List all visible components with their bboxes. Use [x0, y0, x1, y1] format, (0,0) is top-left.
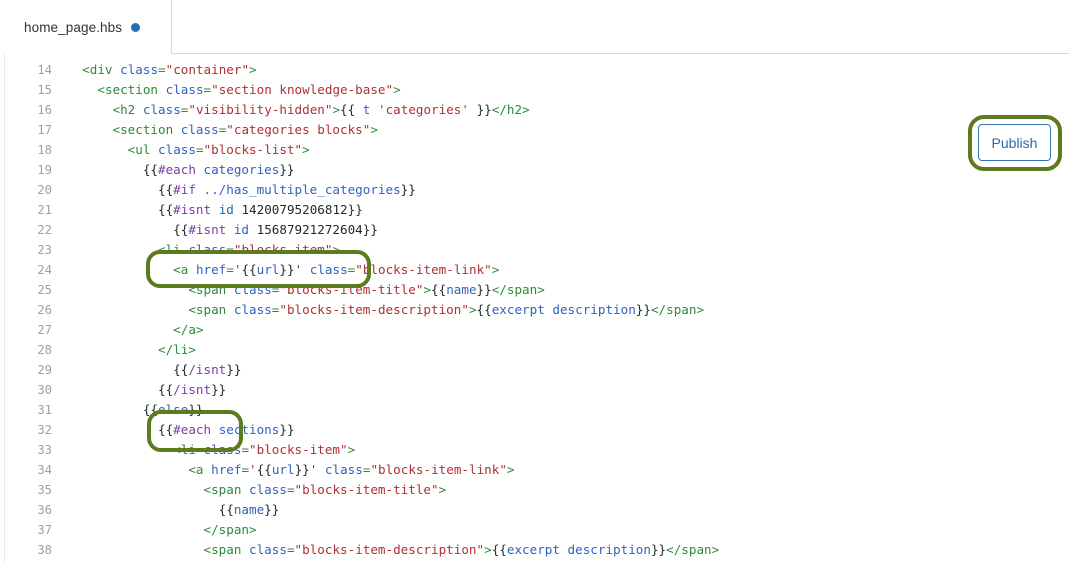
line-source[interactable]: <span class="blocks-item-title">{{name}}…	[52, 280, 545, 300]
line-number: 20	[37, 183, 52, 197]
line-number: 18	[37, 143, 52, 157]
code-line[interactable]: 15 <section class="section knowledge-bas…	[0, 80, 1069, 100]
code-line[interactable]: 18 <ul class="blocks-list">	[0, 140, 1069, 160]
line-source[interactable]: <ul class="blocks-list">	[52, 140, 310, 160]
code-line[interactable]: 34 <a href='{{url}}' class="blocks-item-…	[0, 460, 1069, 480]
line-number: 37	[37, 523, 52, 537]
line-source[interactable]: <a href='{{url}}' class="blocks-item-lin…	[52, 260, 499, 280]
line-number: 26	[37, 303, 52, 317]
code-line[interactable]: 16 <h2 class="visibility-hidden">{{ t 'c…	[0, 100, 1069, 120]
line-number: 19	[37, 163, 52, 177]
code-line[interactable]: 28 </li>	[0, 340, 1069, 360]
line-source[interactable]: {{#isnt id 14200795206812}}	[52, 200, 363, 220]
line-source[interactable]: <li class="blocks-item">	[52, 440, 355, 460]
code-line[interactable]: 14 <div class="container">	[0, 60, 1069, 80]
line-source[interactable]: <div class="container">	[52, 60, 256, 80]
line-number: 32	[37, 423, 52, 437]
line-number: 28	[37, 343, 52, 357]
line-number: 17	[37, 123, 52, 137]
code-line[interactable]: 20 {{#if ../has_multiple_categories}}	[0, 180, 1069, 200]
code-line[interactable]: 32 {{#each sections}}	[0, 420, 1069, 440]
code-line[interactable]: 33 <li class="blocks-item">	[0, 440, 1069, 460]
line-source[interactable]: <a href='{{url}}' class="blocks-item-lin…	[52, 460, 514, 480]
code-line[interactable]: 36 {{name}}	[0, 500, 1069, 520]
tab-bar: home_page.hbs	[0, 0, 1069, 54]
line-source[interactable]: <li class="blocks-item">	[52, 240, 340, 260]
code-line[interactable]: 30 {{/isnt}}	[0, 380, 1069, 400]
line-source[interactable]: </li>	[52, 340, 196, 360]
line-number: 34	[37, 463, 52, 477]
line-source[interactable]: {{#each categories}}	[52, 160, 295, 180]
code-editor-app: home_page.hbs 14 <div class="container">…	[0, 0, 1069, 562]
line-source[interactable]: <span class="blocks-item-description">{{…	[52, 300, 704, 320]
line-source[interactable]: {{else}}	[52, 400, 204, 420]
line-number: 16	[37, 103, 52, 117]
line-number: 35	[37, 483, 52, 497]
code-line[interactable]: 26 <span class="blocks-item-description"…	[0, 300, 1069, 320]
line-number: 30	[37, 383, 52, 397]
code-line[interactable]: 35 <span class="blocks-item-title">	[0, 480, 1069, 500]
line-number: 14	[37, 63, 52, 77]
line-number: 36	[37, 503, 52, 517]
line-number: 25	[37, 283, 52, 297]
code-line[interactable]: 29 {{/isnt}}	[0, 360, 1069, 380]
line-number: 27	[37, 323, 52, 337]
line-source[interactable]: </a>	[52, 320, 203, 340]
code-lines[interactable]: 14 <div class="container"> 15 <section cl…	[0, 60, 1069, 560]
line-source[interactable]: <span class="blocks-item-description">{{…	[52, 540, 719, 560]
code-line[interactable]: 19 {{#each categories}}	[0, 160, 1069, 180]
line-number: 22	[37, 223, 52, 237]
line-number: 21	[37, 203, 52, 217]
line-number: 24	[37, 263, 52, 277]
modified-dot-icon	[131, 22, 141, 32]
line-source[interactable]: {{#each sections}}	[52, 420, 295, 440]
line-source[interactable]: {{#if ../has_multiple_categories}}	[52, 180, 416, 200]
line-source[interactable]: {{/isnt}}	[52, 380, 226, 400]
line-number: 33	[37, 443, 52, 457]
editor-pane[interactable]: 14 <div class="container"> 15 <section cl…	[0, 54, 1069, 562]
code-line[interactable]: 31 {{else}}	[0, 400, 1069, 420]
line-source[interactable]: {{name}}	[52, 500, 280, 520]
line-source[interactable]: <span class="blocks-item-title">	[52, 480, 446, 500]
line-source[interactable]: </span>	[52, 520, 256, 540]
code-line[interactable]: 37 </span>	[0, 520, 1069, 540]
tab-bar-empty-area	[172, 0, 1069, 54]
publish-button[interactable]: Publish	[978, 124, 1051, 161]
code-line[interactable]: 22 {{#isnt id 15687921272604}}	[0, 220, 1069, 240]
code-line[interactable]: 24 <a href='{{url}}' class="blocks-item-…	[0, 260, 1069, 280]
code-line[interactable]: 25 <span class="blocks-item-title">{{nam…	[0, 280, 1069, 300]
code-line[interactable]: 17 <section class="categories blocks">	[0, 120, 1069, 140]
code-line[interactable]: 23 <li class="blocks-item">	[0, 240, 1069, 260]
line-number: 31	[37, 403, 52, 417]
line-source[interactable]: <section class="categories blocks">	[52, 120, 378, 140]
line-source[interactable]: {{#isnt id 15687921272604}}	[52, 220, 378, 240]
line-source[interactable]: <section class="section knowledge-base">	[52, 80, 400, 100]
line-source[interactable]: <h2 class="visibility-hidden">{{ t 'cate…	[52, 100, 530, 120]
line-number: 38	[37, 543, 52, 557]
code-line[interactable]: 38 <span class="blocks-item-description"…	[0, 540, 1069, 560]
tab-label: home_page.hbs	[24, 19, 123, 35]
code-line[interactable]: 21 {{#isnt id 14200795206812}}	[0, 200, 1069, 220]
line-source[interactable]: {{/isnt}}	[52, 360, 241, 380]
tab-home-page-hbs[interactable]: home_page.hbs	[0, 0, 172, 54]
line-number: 29	[37, 363, 52, 377]
line-number: 15	[37, 83, 52, 97]
code-line[interactable]: 27 </a>	[0, 320, 1069, 340]
line-number: 23	[37, 243, 52, 257]
